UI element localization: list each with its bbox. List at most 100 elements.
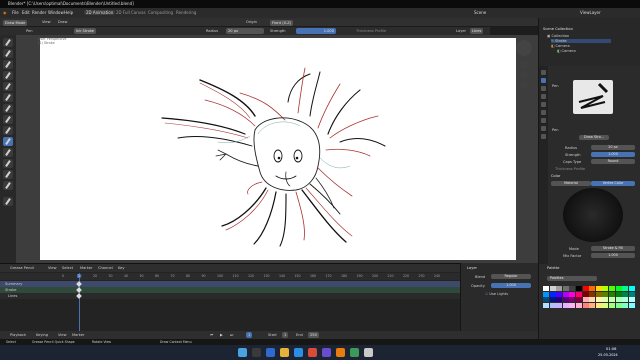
palette-swatch[interactable] (575, 291, 582, 297)
camera-view-icon[interactable] (520, 81, 528, 89)
palette-swatch[interactable] (608, 302, 615, 308)
tab-2d-animation[interactable]: 2D Animation (84, 10, 116, 15)
blend-dropdown[interactable]: Regular (491, 274, 531, 279)
palette-swatch[interactable] (556, 286, 563, 291)
palette-swatch[interactable] (549, 286, 556, 291)
palette-swatch[interactable] (622, 291, 629, 297)
palette-swatch[interactable] (589, 291, 596, 297)
material-tab-icon[interactable] (541, 134, 546, 139)
brush-tab-icon[interactable] (541, 78, 546, 83)
caps-type-dropdown[interactable]: Round (591, 159, 635, 164)
mode-dropdown[interactable]: Stroke & Fill (591, 246, 635, 251)
palette-swatch[interactable] (602, 302, 609, 308)
palette-swatch[interactable] (569, 291, 576, 297)
layer-selector[interactable]: Lines (470, 28, 484, 34)
material-selector[interactable]: Ink Stroke (74, 28, 97, 34)
palette-swatch[interactable] (556, 302, 563, 308)
box-tool-icon[interactable] (3, 159, 13, 168)
mode-dropdown[interactable]: Draw Mode (3, 19, 28, 26)
palette-swatch[interactable] (582, 297, 589, 303)
palette-swatch[interactable] (628, 302, 635, 308)
palette-swatch[interactable] (595, 302, 602, 308)
palette-swatch[interactable] (595, 291, 602, 297)
palette-swatch[interactable] (569, 297, 576, 303)
palette-swatch[interactable] (575, 297, 582, 303)
tab-2d-full-canvas[interactable]: 2D Full Canvas (116, 10, 146, 15)
menu-window[interactable]: Window (48, 10, 64, 15)
palette-swatch[interactable] (622, 302, 629, 308)
edge-icon[interactable] (294, 348, 303, 357)
scene-tab-icon[interactable] (541, 102, 546, 107)
palette-swatch[interactable] (569, 302, 576, 308)
palette-swatch[interactable] (543, 286, 549, 291)
polyline-tool-icon[interactable] (3, 126, 13, 135)
playback-marker-menu[interactable]: Marker (72, 333, 84, 337)
brush-asset-selector[interactable]: Draw Stro... (579, 135, 609, 140)
timeline-view-menu[interactable]: View (48, 266, 57, 270)
outliner-row-camera[interactable]: ◧ Camera (551, 44, 570, 48)
material-mode-tab[interactable]: Material (551, 181, 591, 186)
palette-swatch[interactable] (562, 291, 569, 297)
palette-swatch[interactable] (622, 286, 629, 291)
timeline-select-menu[interactable]: Select (62, 266, 73, 270)
palette-swatch[interactable] (615, 286, 622, 291)
start-icon[interactable] (238, 348, 247, 357)
palette-swatch[interactable] (628, 286, 635, 291)
pan-icon[interactable] (520, 71, 528, 79)
tab-compositing[interactable]: Compositing (148, 10, 173, 15)
fill-tool-icon[interactable] (3, 60, 13, 69)
color-wheel[interactable] (563, 188, 623, 242)
app2-icon[interactable] (350, 348, 359, 357)
outliner-row-stroke[interactable]: ✎ Stroke (551, 39, 611, 43)
palette-swatch[interactable] (615, 291, 622, 297)
tool-tab-icon[interactable] (541, 70, 546, 75)
palette-swatch[interactable] (589, 297, 596, 303)
curve-tool-icon[interactable] (3, 148, 13, 157)
palette-swatch[interactable] (608, 286, 615, 291)
strength-field[interactable]: 1.000 (296, 28, 336, 34)
view-menu[interactable]: View (42, 20, 51, 24)
palette-swatch[interactable] (608, 291, 615, 297)
output-tab-icon[interactable] (541, 94, 546, 99)
timeline-channel-menu[interactable]: Channel (98, 266, 113, 270)
app-icon[interactable] (322, 348, 331, 357)
placement-dropdown[interactable]: Front (X-Z) (270, 19, 294, 26)
palette-swatch[interactable] (543, 297, 549, 303)
strength-field[interactable]: 1.000 (591, 152, 635, 157)
timeline-key-menu[interactable]: Key (118, 266, 125, 270)
brush-preview-icon[interactable] (573, 80, 613, 114)
jump-end-icon[interactable]: ⏭ (230, 333, 233, 337)
eyedropper-tool-icon[interactable] (3, 104, 13, 113)
keying-menu[interactable]: Keying (36, 333, 48, 337)
canvas-paper[interactable] (40, 38, 516, 260)
palette-swatch[interactable] (595, 297, 602, 303)
palette-swatch[interactable] (549, 297, 556, 303)
world-tab-icon[interactable] (541, 110, 546, 115)
blender-taskbar-icon[interactable] (336, 348, 345, 357)
timeline-marker-menu[interactable]: Marker (80, 266, 92, 270)
menu-edit[interactable]: Edit (22, 10, 30, 15)
app3-icon[interactable] (364, 348, 373, 357)
palette-swatch[interactable] (589, 286, 596, 291)
navigation-gizmo[interactable] (516, 40, 532, 56)
task-view-icon[interactable] (266, 348, 275, 357)
palette-swatch[interactable] (608, 297, 615, 303)
palette-swatch[interactable] (549, 291, 556, 297)
circle-tool-icon[interactable] (3, 170, 13, 179)
start-frame-field[interactable]: 1 (282, 332, 289, 338)
playback-view-menu[interactable]: View (58, 333, 67, 337)
view-layer-selector[interactable]: ViewLayer (580, 10, 601, 15)
modifier-tab-icon[interactable] (541, 126, 546, 131)
palette-swatch[interactable] (562, 302, 569, 308)
opacity-field[interactable]: 1.000 (491, 283, 531, 288)
palette-swatch[interactable] (602, 286, 609, 291)
object-tab-icon[interactable] (541, 118, 546, 123)
playback-menu[interactable]: Playback (10, 333, 26, 337)
palette-swatch[interactable] (549, 302, 556, 308)
scene-selector[interactable]: Scene (474, 10, 486, 15)
outliner-row-collection[interactable]: ▣ Collection (547, 34, 569, 38)
palette-swatch[interactable] (575, 302, 582, 308)
palette-swatch[interactable] (628, 297, 635, 303)
play-icon[interactable]: ▶ (220, 333, 223, 337)
palette-selector[interactable]: Palettes (547, 276, 597, 281)
